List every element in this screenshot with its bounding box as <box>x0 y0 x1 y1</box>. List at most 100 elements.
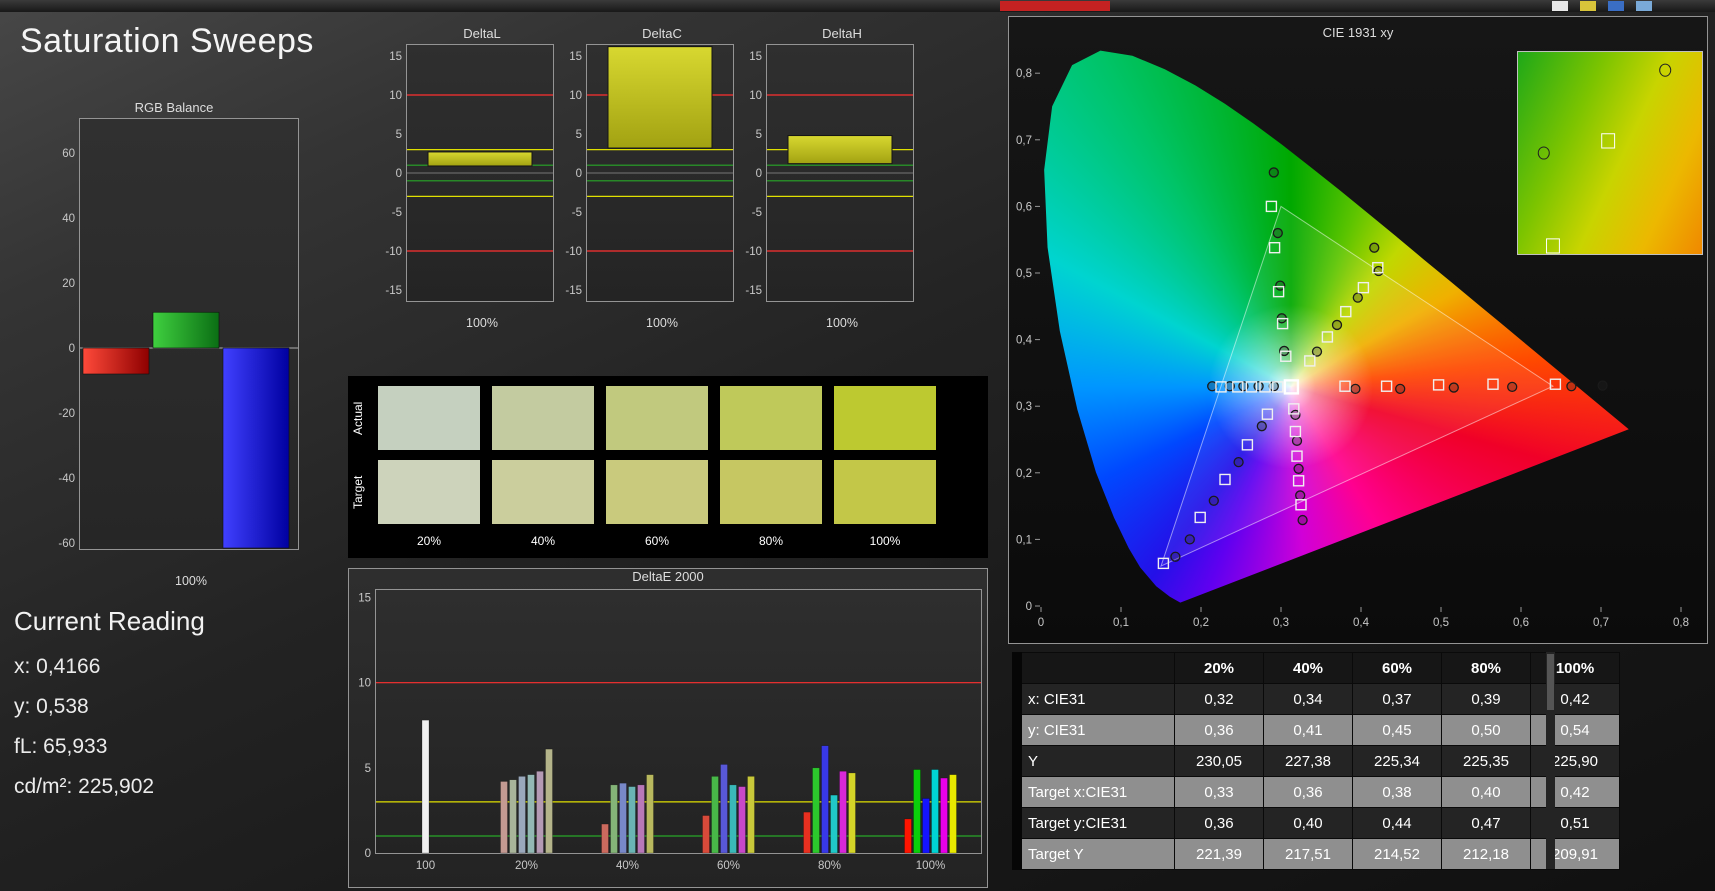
white-swatch-icon[interactable] <box>1552 1 1568 11</box>
measured-point <box>1352 292 1363 303</box>
record-indicator-icon[interactable] <box>1000 1 1110 11</box>
deltae-bar <box>702 815 710 854</box>
svg-text:0,7: 0,7 <box>1016 135 1032 147</box>
table-value: 225,90 <box>1530 745 1620 777</box>
target-point <box>1549 378 1562 390</box>
delta-chart-deltac: DeltaC 15 10 5 0 -5 -10 -15 100% <box>558 26 738 331</box>
delta-chart-deltal: DeltaL 15 10 5 0 -5 -10 -15 100% <box>378 26 558 331</box>
deltae-bar <box>720 764 728 854</box>
table-col-header: 80% <box>1441 652 1531 684</box>
swatch-row-label: Target <box>351 475 365 509</box>
table-corner-cell <box>1016 652 1175 684</box>
svg-text:15: 15 <box>358 593 371 605</box>
cie-title: CIE 1931 xy <box>1322 25 1394 40</box>
delta-chart-title: DeltaC <box>642 26 682 41</box>
table-value: 217,51 <box>1263 838 1353 870</box>
current-reading: Current Reading x: 0,4166 y: 0,538 fL: 65,… <box>14 606 205 807</box>
deltae-bar <box>803 811 811 854</box>
reading-fL: fL: 65,933 <box>14 735 108 758</box>
yellow-swatch-icon[interactable] <box>1580 1 1596 11</box>
deltae-bar <box>821 745 829 854</box>
table-scrollbar[interactable] <box>1546 652 1555 869</box>
measured-point <box>1369 242 1380 253</box>
deltae-bar <box>738 786 746 854</box>
reading-y: y: 0,538 <box>14 695 89 718</box>
deltae-bar <box>931 769 939 854</box>
deltae-bar <box>518 776 526 854</box>
swatch-col-label: 100% <box>869 534 901 548</box>
svg-text:15: 15 <box>569 51 582 63</box>
svg-text:0,7: 0,7 <box>1593 617 1609 629</box>
rgb-balance-xlabel: 100% <box>175 574 207 588</box>
swatch-comparison-panel: Actual Target 20% 40% 60% 80% 100% <box>348 376 988 558</box>
swatch-row-label: Actual <box>351 401 365 435</box>
table-value: 0,54 <box>1530 714 1620 746</box>
results-table: 20% 40% 60% 80% 100% x: CIE31 0,32 0,34 0,37 0,39… <box>1012 652 1620 870</box>
table-value: 0,47 <box>1441 807 1531 839</box>
delta-chart-deltah: DeltaH 15 10 5 0 -5 -10 -15 100% <box>738 26 918 331</box>
table-header-row: 20% 40% 60% 80% 100% <box>1016 652 1620 684</box>
svg-text:0,5: 0,5 <box>1016 268 1032 280</box>
measured-point <box>1395 383 1406 395</box>
svg-text:-5: -5 <box>752 207 762 219</box>
table-value: 212,18 <box>1441 838 1531 870</box>
deltae-bar <box>940 777 948 854</box>
svg-text:-5: -5 <box>392 207 402 219</box>
measured-point <box>1507 381 1518 393</box>
blue-bar <box>222 347 290 549</box>
red-bar <box>82 347 150 375</box>
measured-point <box>1297 514 1308 526</box>
scrollbar-thumb[interactable] <box>1547 654 1554 710</box>
measured-point <box>1253 381 1264 392</box>
row-label: Target y:CIE31 <box>1016 807 1175 839</box>
row-label: y: CIE31 <box>1016 714 1175 746</box>
table-value: 0,45 <box>1352 714 1442 746</box>
svg-text:0,2: 0,2 <box>1016 468 1032 480</box>
current-reading-heading: Current Reading <box>14 606 205 636</box>
svg-text:40%: 40% <box>616 860 639 872</box>
deltae-bar <box>527 774 535 854</box>
blue-swatch-icon[interactable] <box>1608 1 1624 11</box>
actual-swatch-20% <box>378 386 480 450</box>
svg-text:15: 15 <box>389 51 402 63</box>
svg-text:5: 5 <box>576 129 582 141</box>
svg-text:60: 60 <box>62 148 75 160</box>
table-value: 0,39 <box>1441 683 1531 715</box>
svg-text:0,6: 0,6 <box>1513 617 1529 629</box>
measured-point <box>1291 435 1303 446</box>
target-swatch-100% <box>834 460 936 524</box>
deltae-bar <box>747 776 755 854</box>
deltae-bar <box>848 772 856 854</box>
svg-text:-10: -10 <box>385 246 402 258</box>
rgb-balance-title: RGB Balance <box>134 100 214 115</box>
deltae-bar <box>904 818 912 854</box>
delta-bar <box>787 135 893 165</box>
measured-point <box>1373 265 1384 277</box>
measured-point <box>1331 319 1343 331</box>
delta-bar <box>427 151 533 167</box>
target-swatch-20% <box>378 460 480 524</box>
row-label: x: CIE31 <box>1016 683 1175 715</box>
lightblue-swatch-icon[interactable] <box>1636 1 1652 11</box>
target-point <box>1265 200 1278 213</box>
target-swatch-60% <box>606 460 708 524</box>
table-row: Y 230,05 227,38 225,34 225,35 225,90 <box>1016 745 1620 777</box>
svg-text:10: 10 <box>389 90 402 102</box>
deltae-bar <box>913 769 921 854</box>
swatch-col-label: 40% <box>530 534 556 548</box>
deltae-bar <box>839 770 847 854</box>
table-value: 0,40 <box>1263 807 1353 839</box>
table-value: 0,32 <box>1174 683 1264 715</box>
svg-text:100: 100 <box>416 860 435 872</box>
deltae2000-panel: DeltaE 2000 15 10 5 0 100 20% 40% 60% 80% 100% <box>348 568 988 888</box>
swatch-col-label: 20% <box>416 534 442 548</box>
measured-point <box>1256 421 1267 432</box>
deltae-bar <box>500 781 508 854</box>
measured-point <box>1448 382 1459 393</box>
svg-text:-10: -10 <box>565 246 582 258</box>
deltae-bar <box>922 798 930 854</box>
table-col-header: 40% <box>1263 652 1353 684</box>
deltae-bar <box>610 784 618 854</box>
table-col-header: 20% <box>1174 652 1264 684</box>
delta-chart-plot: 15 10 5 0 -5 -10 -15 <box>385 44 554 302</box>
